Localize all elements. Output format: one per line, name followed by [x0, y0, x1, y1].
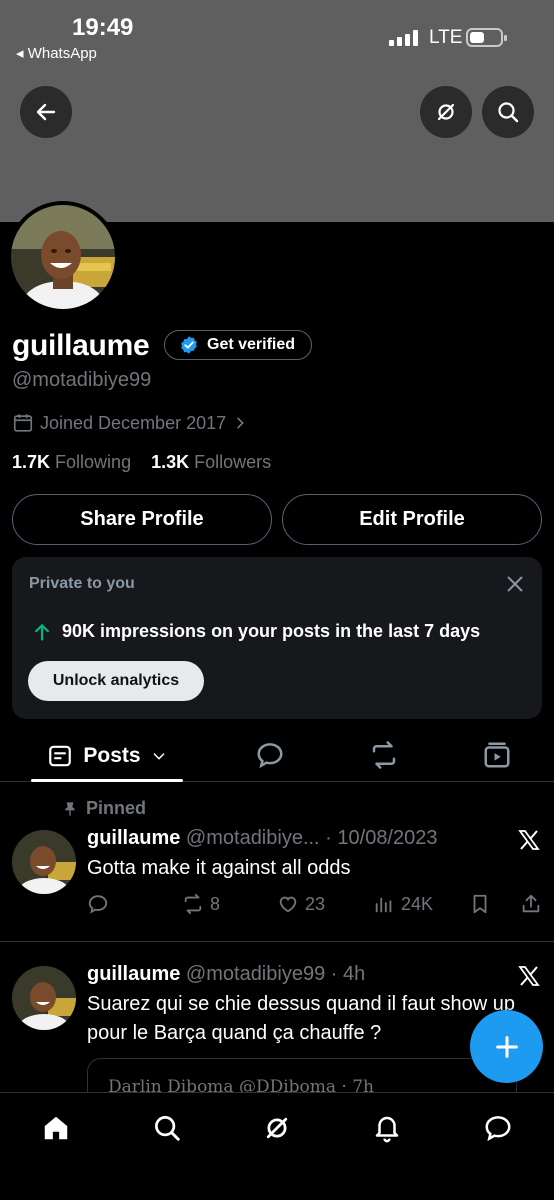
- display-name: guillaume: [12, 329, 150, 362]
- close-icon[interactable]: [504, 573, 526, 595]
- calendar-icon: [13, 414, 33, 432]
- followers-label: Followers: [194, 452, 272, 472]
- pin-icon: [65, 801, 75, 816]
- grok-icon: [437, 103, 455, 121]
- following-count: 1.7K: [12, 452, 51, 472]
- search-button[interactable]: [482, 86, 534, 138]
- chevron-down-icon: [153, 753, 164, 760]
- verified-badge-icon: [181, 336, 197, 354]
- posts-icon: [49, 745, 72, 767]
- view-count: 24K: [401, 893, 434, 914]
- tweet-meta: @motadibiye... · 10/08/2023: [185, 827, 438, 849]
- grok-button[interactable]: [420, 86, 472, 138]
- tweet-divider: [0, 941, 554, 942]
- edit-profile-button[interactable]: Edit Profile: [282, 494, 542, 545]
- status-time: 19:49: [72, 14, 134, 41]
- media-tab-icon[interactable]: [482, 740, 512, 770]
- tweet-header: guillaume @motadibiye99 · 4h: [87, 963, 365, 986]
- battery-icon: [466, 28, 507, 47]
- tweet-text: Suarez qui se chie dessus quand il faut …: [87, 993, 516, 1044]
- share-button[interactable]: [520, 893, 542, 915]
- joined-date-row[interactable]: Joined December 2017: [12, 412, 248, 434]
- tab-posts-label: Posts: [83, 744, 141, 767]
- profile-tabs: Posts: [0, 730, 554, 782]
- follow-stats: 1.7K Following 1.3K Followers: [12, 452, 271, 473]
- chevron-right-icon: [237, 417, 244, 429]
- bottom-navigation: [0, 1092, 554, 1200]
- reposts-tab-icon[interactable]: [369, 740, 399, 770]
- notifications-icon[interactable]: [372, 1113, 402, 1143]
- tweet-meta: @motadibiye99 · 4h: [185, 963, 366, 985]
- analytics-card: Private to you 90K impressions on your p…: [12, 557, 542, 719]
- tweet-text: Gotta make it against all odds: [87, 857, 351, 879]
- get-verified-button[interactable]: Get verified: [164, 330, 313, 360]
- status-bar: 19:49 ◂ WhatsApp LTE: [0, 0, 554, 70]
- tweet-actions: 8 23 24K: [87, 893, 547, 919]
- unlock-analytics-button[interactable]: Unlock analytics: [28, 661, 204, 701]
- tweet-avatar[interactable]: [12, 830, 76, 894]
- avatar-image: [11, 205, 115, 309]
- bookmark-button[interactable]: [469, 893, 491, 915]
- pinned-label: Pinned: [86, 798, 147, 818]
- views-button[interactable]: 24K: [373, 893, 433, 915]
- like-button[interactable]: 23: [277, 893, 325, 915]
- network-label: LTE: [429, 27, 463, 48]
- get-verified-label: Get verified: [207, 336, 296, 353]
- like-count: 23: [305, 893, 326, 914]
- share-profile-button[interactable]: Share Profile: [12, 494, 272, 545]
- following-label: Following: [55, 452, 132, 472]
- arrow-up-icon: [35, 623, 49, 641]
- tweet-author-name[interactable]: guillaume: [87, 827, 180, 849]
- profile-avatar[interactable]: [7, 201, 119, 313]
- x-logo-icon: [518, 966, 540, 986]
- joined-date: Joined December 2017: [40, 412, 227, 433]
- followers-link[interactable]: 1.3K Followers: [151, 452, 271, 472]
- impressions-row: 90K impressions on your posts in the las…: [32, 621, 480, 642]
- heart-icon: [279, 896, 297, 913]
- plus-icon: [495, 1035, 518, 1058]
- repost-count: 8: [210, 893, 221, 914]
- x-logo-icon: [518, 830, 540, 850]
- following-link[interactable]: 1.7K Following: [12, 452, 131, 472]
- reply-icon: [88, 895, 108, 914]
- views-icon: [375, 897, 392, 913]
- tweet-header: guillaume @motadibiye... · 10/08/2023: [87, 827, 437, 850]
- messages-icon[interactable]: [483, 1113, 513, 1143]
- private-card-title: Private to you: [29, 575, 135, 592]
- tab-posts[interactable]: Posts: [31, 730, 183, 782]
- followers-count: 1.3K: [151, 452, 190, 472]
- reply-button[interactable]: [87, 893, 109, 915]
- replies-tab-icon[interactable]: [255, 740, 285, 770]
- grok-icon[interactable]: [262, 1113, 292, 1143]
- profile-handle: @motadibiye99: [12, 369, 152, 391]
- repost-icon: [184, 893, 202, 915]
- pinned-indicator: Pinned: [62, 798, 146, 819]
- repost-button[interactable]: 8: [182, 893, 220, 915]
- search-icon[interactable]: [152, 1113, 182, 1143]
- signal-icon: [389, 30, 419, 46]
- share-icon: [522, 894, 540, 913]
- back-button[interactable]: [20, 86, 72, 138]
- tweet-avatar[interactable]: [12, 966, 76, 1030]
- tweet-author-name[interactable]: guillaume: [87, 963, 180, 985]
- search-icon: [498, 102, 519, 123]
- bookmark-icon: [473, 894, 487, 914]
- home-icon[interactable]: [41, 1113, 71, 1143]
- compose-button[interactable]: [470, 1010, 543, 1083]
- arrow-left-icon: [36, 103, 56, 121]
- back-to-whatsapp-link[interactable]: ◂ WhatsApp: [16, 44, 97, 62]
- impressions-text: 90K impressions on your posts in the las…: [62, 621, 481, 641]
